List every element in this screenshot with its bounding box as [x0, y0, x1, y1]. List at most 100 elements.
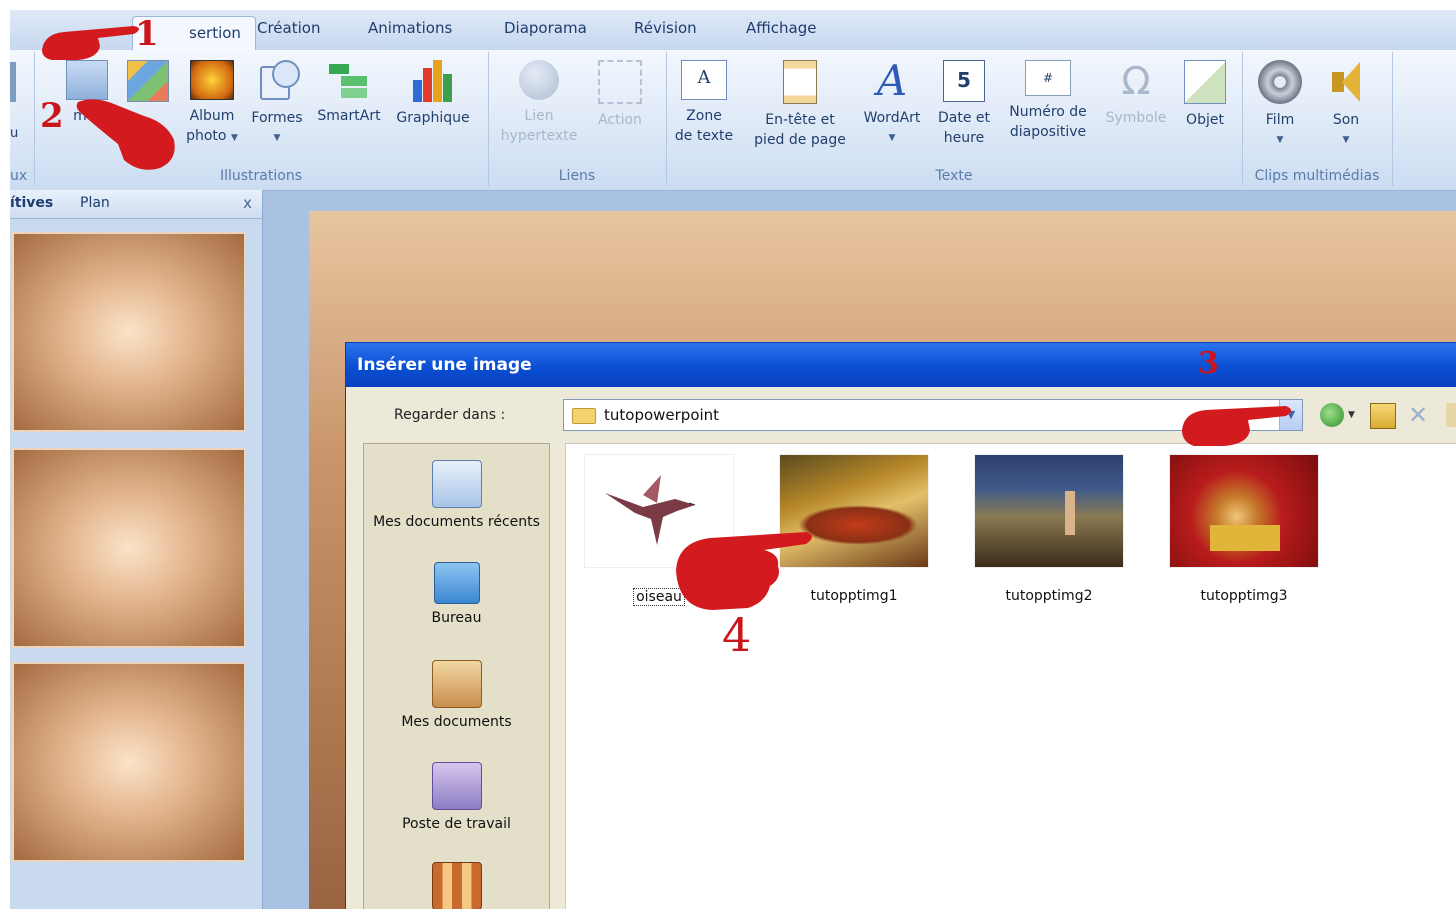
look-in-label: Regarder dans :	[394, 407, 506, 423]
numero-label: Numéro de	[1009, 104, 1087, 120]
speaker-icon	[1326, 60, 1366, 104]
place-my-computer[interactable]: Poste de travail	[364, 762, 549, 832]
graphique-button[interactable]: Graphique	[390, 60, 476, 128]
pointing-hand-icon	[1182, 406, 1291, 446]
slides-pane: ítives Plan x	[10, 190, 263, 909]
symbole-button[interactable]: Ω Symbole	[1100, 60, 1172, 128]
entete-pied-button[interactable]: En-tête et pied de page	[750, 60, 850, 150]
place-my-documents-label: Mes documents	[401, 714, 512, 730]
ribbon-group-partial: u ux	[10, 52, 35, 186]
omega-icon: Ω	[1121, 59, 1151, 103]
objet-button[interactable]: Objet	[1174, 60, 1236, 130]
partial-label: u	[10, 126, 19, 141]
group-label-liens: Liens	[558, 168, 596, 184]
group-label-texte: Texte	[935, 168, 973, 184]
numero-diapositive-button[interactable]: # Numéro de diapositive	[1000, 60, 1096, 142]
header-footer-icon	[783, 60, 817, 104]
wordart-button[interactable]: A WordArt ▼	[856, 60, 928, 148]
zone-de-texte-button[interactable]: A Zone de texte	[674, 60, 734, 146]
file-name: tutopptimg2	[1005, 588, 1093, 604]
objet-label: Objet	[1186, 112, 1224, 128]
film-button[interactable]: Film ▼	[1250, 60, 1310, 150]
new-folder-icon[interactable]	[1446, 403, 1456, 427]
place-recent[interactable]: Mes documents récents	[364, 460, 549, 530]
place-my-computer-label: Poste de travail	[402, 816, 511, 832]
pointing-hand-icon	[676, 532, 812, 610]
date-label: Date et	[937, 110, 990, 126]
formes-button[interactable]: Formes ▼	[248, 60, 306, 148]
place-desktop-label: Bureau	[431, 610, 482, 626]
slide-thumbnail-3[interactable]	[12, 662, 246, 862]
back-dropdown-icon[interactable]: ▼	[1348, 403, 1360, 427]
action-icon	[598, 60, 642, 104]
network-icon	[431, 862, 482, 909]
delete-icon[interactable]: ✕	[1408, 403, 1432, 427]
formes-label: Formes	[251, 110, 303, 126]
smartart-button[interactable]: SmartArt	[312, 60, 386, 126]
wordart-icon: A	[876, 56, 908, 105]
son-button[interactable]: Son ▼	[1316, 60, 1376, 150]
tab-diapositives[interactable]: ítives	[10, 195, 53, 211]
up-folder-icon[interactable]	[1370, 403, 1396, 429]
place-desktop[interactable]: Bureau	[364, 562, 549, 626]
symbole-label: Symbole	[1105, 110, 1167, 126]
tab-revision[interactable]: Révision	[634, 19, 697, 37]
tab-plan[interactable]: Plan	[80, 195, 110, 211]
annotation-number-4: 4	[722, 608, 752, 662]
ribbon-group-texte: A Zone de texte En-tête et pied de page …	[666, 52, 1243, 186]
numero-label-2: diapositive	[1009, 124, 1087, 140]
file-item[interactable]: tutopptimg3	[1159, 454, 1329, 604]
place-my-documents[interactable]: Mes documents	[364, 660, 549, 730]
back-icon[interactable]	[1320, 403, 1344, 427]
file-item[interactable]: tutopptimg2	[964, 454, 1134, 604]
place-network[interactable]	[364, 862, 549, 909]
date-heure-button[interactable]: 5 Date et heure	[932, 60, 996, 148]
son-label: Son	[1332, 112, 1360, 128]
recent-documents-icon	[431, 460, 482, 508]
wordart-label: WordArt	[863, 110, 921, 126]
tab-insertion-label: sertion	[189, 24, 241, 42]
action-label: Action	[598, 112, 642, 128]
globe-link-icon	[519, 60, 559, 100]
tab-animations[interactable]: Animations	[368, 19, 452, 37]
my-documents-icon	[431, 660, 482, 708]
partial-group-label: ux	[10, 168, 28, 184]
slide-thumbnail-1[interactable]	[12, 232, 246, 432]
ribbon-group-clips: Film ▼ Son ▼ Clips multimédias	[1242, 52, 1393, 186]
smartart-label: SmartArt	[317, 108, 381, 124]
annotation-number-2: 2	[40, 96, 64, 136]
date-label-2: heure	[943, 130, 985, 146]
album-photo-button[interactable]: Album photo ▼	[182, 60, 242, 148]
ribbon-group-liens: Lien hypertexte Action Liens	[488, 52, 667, 186]
album-label: Album	[189, 108, 235, 124]
file-name: tutopptimg3	[1200, 588, 1288, 604]
textbox-icon: A	[681, 60, 727, 100]
graphique-label: Graphique	[396, 110, 470, 126]
action-button[interactable]: Action	[588, 60, 652, 130]
painting-thumbnail	[974, 454, 1124, 568]
desktop-icon	[433, 562, 480, 604]
entete-label: En-tête et	[765, 112, 835, 128]
lien-label: Lien	[524, 108, 554, 124]
dialog-title-bar[interactable]: Insérer une image	[346, 343, 1456, 387]
film-label: Film	[1265, 112, 1295, 128]
tab-diaporama[interactable]: Diaporama	[504, 19, 587, 37]
my-computer-icon	[431, 762, 482, 810]
tab-creation[interactable]: Création	[257, 19, 320, 37]
shapes-icon	[256, 60, 300, 102]
annotation-number-1: 1	[135, 14, 159, 54]
file-name: tutopptimg1	[810, 588, 898, 604]
ribbon: u ux mage Album photo ▼ Formes	[10, 50, 1456, 191]
slide-thumbnail-2[interactable]	[12, 448, 246, 648]
slide-number-icon: #	[1025, 60, 1071, 96]
pointing-hand-icon	[42, 26, 139, 60]
close-icon[interactable]: x	[243, 194, 252, 212]
album-icon	[190, 60, 234, 100]
tab-affichage[interactable]: Affichage	[746, 19, 816, 37]
film-reel-icon	[1258, 60, 1302, 104]
powerpoint-window: sertion Création Animations Diaporama Ré…	[10, 10, 1456, 909]
zone-label: Zone	[686, 108, 722, 124]
lien-hypertexte-button[interactable]: Lien hypertexte	[496, 60, 582, 146]
lien-label-2: hypertexte	[500, 128, 578, 144]
dialog-title: Insérer une image	[357, 355, 532, 375]
